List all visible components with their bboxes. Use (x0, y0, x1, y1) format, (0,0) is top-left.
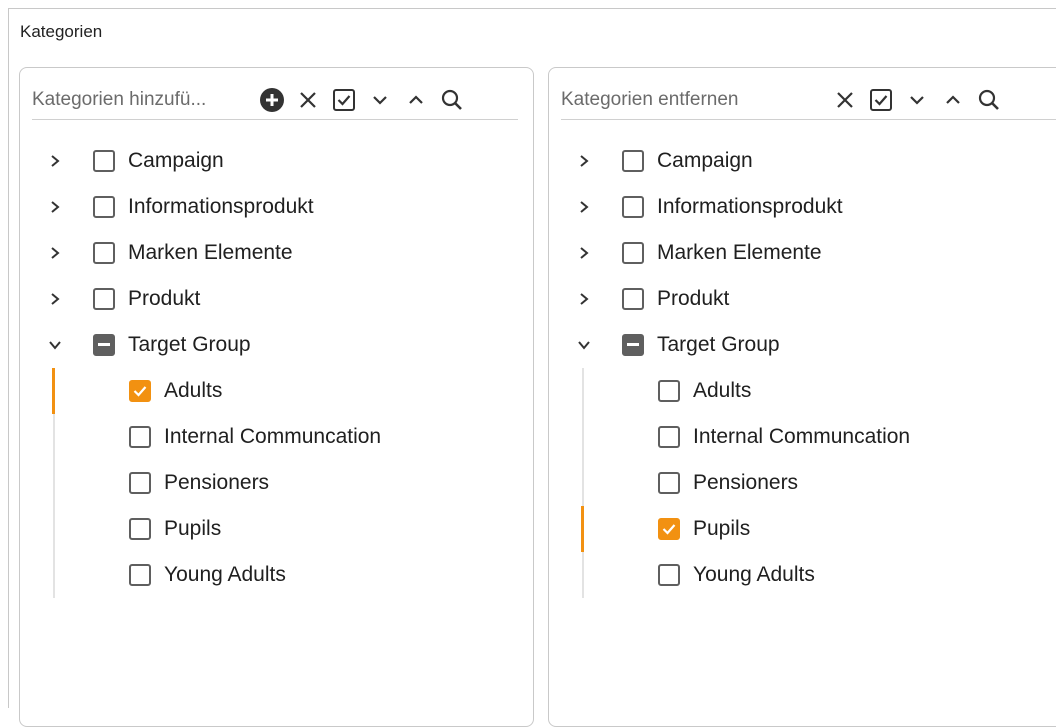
tree-item-label: Young Adults (164, 563, 286, 586)
checkbox[interactable] (129, 472, 151, 494)
expand-icon[interactable] (362, 82, 398, 118)
chevron-right-icon[interactable] (44, 288, 66, 310)
tree-item-produkt[interactable]: Produkt (549, 276, 1056, 322)
collapse-icon[interactable] (398, 82, 434, 118)
add-circle-icon[interactable] (254, 82, 290, 118)
remove-categories-search-input[interactable]: Kategorien entfernen (561, 89, 827, 111)
chevron-right-icon[interactable] (573, 150, 595, 172)
checkbox[interactable] (93, 242, 115, 264)
checkbox[interactable] (622, 196, 644, 218)
tree-item-label: Produkt (128, 287, 201, 310)
tree-item-adults[interactable]: Adults (20, 368, 533, 414)
remove-categories-panel: Kategorien entfernen Campaign Informatio… (548, 67, 1056, 727)
chevron-right-icon[interactable] (44, 196, 66, 218)
expand-icon[interactable] (899, 82, 935, 118)
tree-item-marken-elemente[interactable]: Marken Elemente (20, 230, 533, 276)
tree-item-informationsprodukt[interactable]: Informationsprodukt (20, 184, 533, 230)
checkbox[interactable] (622, 242, 644, 264)
checkbox[interactable] (658, 472, 680, 494)
checkbox[interactable] (93, 196, 115, 218)
tree-item-adults[interactable]: Adults (549, 368, 1056, 414)
chevron-down-icon[interactable] (573, 334, 595, 356)
tree-item-produkt[interactable]: Produkt (20, 276, 533, 322)
tree-item-campaign[interactable]: Campaign (549, 138, 1056, 184)
tree-item-label: Produkt (657, 287, 730, 310)
tree-item-label: Marken Elemente (657, 241, 822, 264)
add-categories-panel: Kategorien hinzufü... Campaign Informati… (19, 67, 534, 727)
close-icon[interactable] (290, 82, 326, 118)
checkbox[interactable] (622, 288, 644, 310)
tree-item-label: Pupils (693, 517, 751, 540)
tree-item-label: Internal Communcation (693, 425, 911, 448)
tree-item-label: Adults (164, 379, 223, 402)
tree-item-pupils[interactable]: Pupils (549, 506, 1056, 552)
section-title: Kategorien (20, 22, 103, 41)
chevron-right-icon[interactable] (44, 242, 66, 264)
tree-item-label: Informationsprodukt (657, 195, 843, 218)
tree-item-label: Pensioners (164, 471, 270, 494)
tree-item-label: Campaign (657, 149, 753, 172)
tree-item-marken-elemente[interactable]: Marken Elemente (549, 230, 1056, 276)
kategorien-section: Kategorien Kategorien hinzufü... Campaig… (8, 8, 1056, 727)
add-categories-tree: Campaign Informationsprodukt Marken Elem… (20, 138, 533, 598)
checkbox[interactable] (93, 288, 115, 310)
checkbox-indeterminate[interactable] (622, 334, 644, 356)
tree-item-target-group[interactable]: Target Group (20, 322, 533, 368)
tree-item-label: Internal Communcation (164, 425, 382, 448)
remove-categories-tree: Campaign Informationsprodukt Marken Elem… (549, 138, 1056, 598)
checkbox[interactable] (658, 564, 680, 586)
checkbox[interactable] (658, 426, 680, 448)
tree-item-campaign[interactable]: Campaign (20, 138, 533, 184)
check-all-icon[interactable] (863, 82, 899, 118)
tree-item-label: Adults (693, 379, 752, 402)
checkbox[interactable] (129, 518, 151, 540)
checkbox[interactable] (93, 150, 115, 172)
tree-item-label: Informationsprodukt (128, 195, 314, 218)
check-all-icon[interactable] (326, 82, 362, 118)
tree-item-label: Target Group (128, 333, 251, 356)
chevron-right-icon[interactable] (573, 288, 595, 310)
tree-item-pensioners[interactable]: Pensioners (549, 460, 1056, 506)
checkbox-indeterminate[interactable] (93, 334, 115, 356)
add-categories-toolbar: Kategorien hinzufü... (32, 80, 518, 120)
tree-item-label: Pensioners (693, 471, 799, 494)
chevron-right-icon[interactable] (44, 150, 66, 172)
chevron-right-icon[interactable] (573, 242, 595, 264)
tree-item-internal-communcation[interactable]: Internal Communcation (20, 414, 533, 460)
tree-item-informationsprodukt[interactable]: Informationsprodukt (549, 184, 1056, 230)
add-categories-search-input[interactable]: Kategorien hinzufü... (32, 89, 254, 111)
search-icon[interactable] (971, 82, 1007, 118)
tree-item-young-adults[interactable]: Young Adults (549, 552, 1056, 598)
chevron-right-icon[interactable] (573, 196, 595, 218)
checkbox[interactable] (129, 564, 151, 586)
tree-item-label: Young Adults (693, 563, 815, 586)
collapse-icon[interactable] (935, 82, 971, 118)
checkbox[interactable] (129, 426, 151, 448)
checkbox[interactable] (658, 380, 680, 402)
tree-item-label: Campaign (128, 149, 224, 172)
tree-item-pensioners[interactable]: Pensioners (20, 460, 533, 506)
tree-item-label: Marken Elemente (128, 241, 293, 264)
remove-categories-toolbar: Kategorien entfernen (561, 80, 1056, 120)
checkbox-checked[interactable] (129, 380, 151, 402)
tree-item-target-group[interactable]: Target Group (549, 322, 1056, 368)
chevron-down-icon[interactable] (44, 334, 66, 356)
tree-item-young-adults[interactable]: Young Adults (20, 552, 533, 598)
tree-item-label: Pupils (164, 517, 222, 540)
close-icon[interactable] (827, 82, 863, 118)
tree-item-internal-communcation[interactable]: Internal Communcation (549, 414, 1056, 460)
checkbox-checked[interactable] (658, 518, 680, 540)
checkbox[interactable] (622, 150, 644, 172)
tree-item-label: Target Group (657, 333, 780, 356)
tree-item-pupils[interactable]: Pupils (20, 506, 533, 552)
search-icon[interactable] (434, 82, 470, 118)
